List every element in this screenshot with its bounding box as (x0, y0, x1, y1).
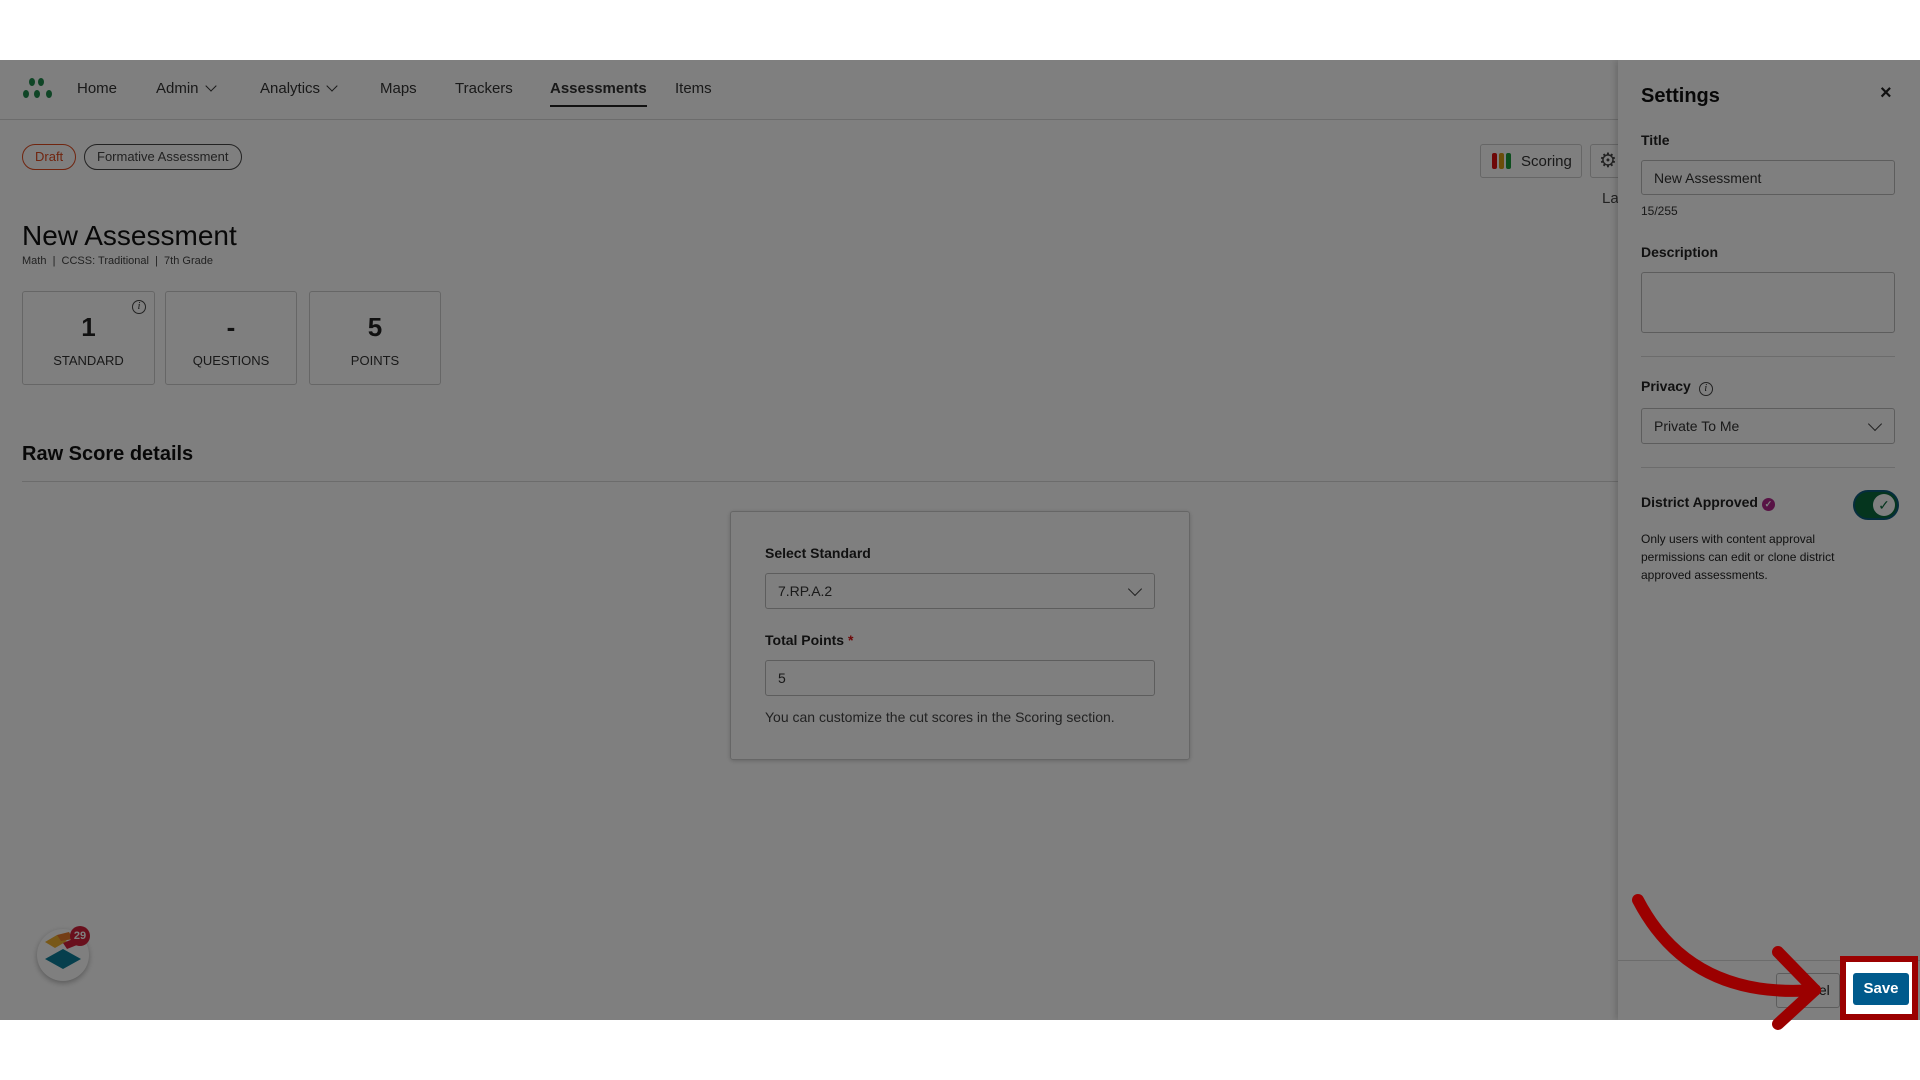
title-label: Title (1641, 132, 1670, 148)
settings-title: Settings (1641, 85, 1720, 107)
stat-value: - (226, 312, 236, 342)
chevron-down-icon (1127, 581, 1143, 597)
select-standard-label: Select Standard (765, 545, 871, 561)
privacy-select[interactable]: Private To Me (1641, 408, 1895, 444)
stat-label: POINTS (350, 353, 400, 368)
nav-admin-label: Admin (156, 80, 199, 97)
stat-value: 5 (367, 312, 383, 342)
nav-trackers[interactable]: Trackers (455, 80, 513, 97)
privacy-text: Privacy (1641, 378, 1691, 394)
total-points-input[interactable]: 5 (765, 660, 1155, 696)
logo-icon[interactable] (22, 77, 58, 101)
scoring-bars-icon (1492, 153, 1511, 169)
nav-analytics[interactable]: Analytics (260, 80, 338, 97)
info-icon[interactable]: i (132, 300, 146, 314)
page-title: New Assessment (22, 220, 237, 251)
stat-questions: - QUESTIONS (165, 291, 297, 385)
nav-maps[interactable]: Maps (380, 80, 417, 97)
scoring-button[interactable]: Scoring (1480, 144, 1582, 178)
chevron-down-icon (1867, 416, 1883, 432)
description-textarea[interactable] (1641, 272, 1895, 333)
check-icon: ✓ (1873, 494, 1895, 516)
partial-label: La (1602, 190, 1619, 207)
section-title: Raw Score details (22, 443, 194, 465)
draft-badge: Draft (22, 144, 77, 170)
info-icon[interactable]: i (1698, 382, 1713, 396)
stat-label: STANDARD (53, 353, 124, 368)
district-approved-help: Only users with content approval permiss… (1641, 532, 1835, 582)
standard-value: 7.RP.A.2 (778, 583, 833, 599)
nav-items[interactable]: Items (675, 80, 712, 97)
standard-select[interactable]: 7.RP.A.2 (765, 573, 1155, 609)
divider (1641, 467, 1895, 468)
stat-standard: i 1 STANDARD (22, 291, 155, 385)
divider (1641, 356, 1895, 357)
district-approved-toggle[interactable]: ✓ (1853, 490, 1899, 520)
raw-score-card: Select Standard 7.RP.A.2 Total Points * … (730, 511, 1190, 760)
scoring-label: Scoring (1521, 152, 1572, 170)
assessment-type-badge: Formative Assessment (84, 144, 242, 170)
privacy-label: Privacy i (1641, 378, 1713, 396)
total-points-label: Total Points * (765, 632, 853, 648)
gear-icon: ⚙ (1599, 150, 1617, 172)
title-value: New Assessment (1654, 169, 1762, 186)
privacy-value: Private To Me (1654, 418, 1740, 434)
support-widget[interactable]: 29 (37, 926, 90, 981)
stat-value: 1 (81, 312, 96, 342)
notification-badge: 29 (70, 926, 90, 946)
total-points-text: Total Points (765, 632, 845, 648)
assessment-meta: Math | CCSS: Traditional | 7th Grade (22, 255, 213, 267)
save-button[interactable]: Save (1853, 973, 1909, 1005)
chevron-down-icon (326, 80, 338, 92)
description-label: Description (1641, 244, 1719, 260)
nav-home[interactable]: Home (77, 80, 117, 97)
settings-panel: Settings × Title New Assessment 15/255 D… (1618, 60, 1920, 1020)
close-icon[interactable]: × (1880, 82, 1892, 105)
district-approved-text: District Approved (1641, 494, 1758, 510)
chevron-down-icon (204, 80, 217, 92)
points-value: 5 (778, 670, 786, 686)
nav-admin[interactable]: Admin (156, 80, 217, 97)
section-divider (22, 481, 1618, 482)
char-count: 15/255 (1641, 204, 1678, 218)
stat-label: QUESTIONS (192, 353, 270, 368)
nav-assessments[interactable]: Assessments (550, 80, 647, 107)
scoring-help-text: You can customize the cut scores in the … (765, 709, 1115, 725)
stat-points: 5 POINTS (309, 291, 441, 385)
required-mark: * (847, 632, 854, 648)
save-highlight-box: Save (1840, 956, 1918, 1020)
cancel-button[interactable]: Cancel (1776, 973, 1840, 1008)
district-approved-label: District Approved ✓ (1641, 494, 1775, 511)
nav-analytics-label: Analytics (260, 80, 321, 97)
title-input[interactable]: New Assessment (1641, 160, 1895, 195)
app: Home Admin Analytics Maps Trackers Asses… (0, 60, 1920, 1020)
verified-badge-icon: ✓ (1761, 498, 1775, 511)
